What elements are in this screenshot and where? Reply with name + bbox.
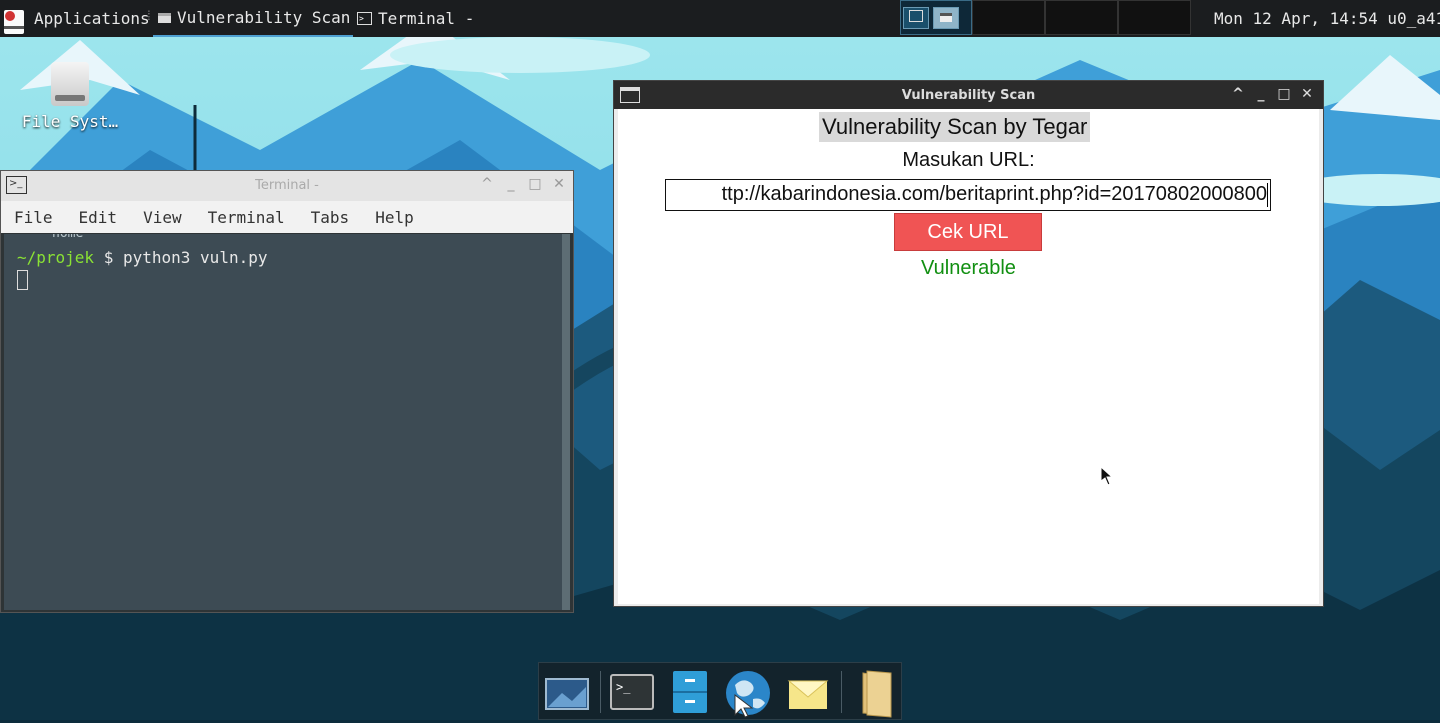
menu-terminal[interactable]: Terminal bbox=[195, 208, 298, 227]
menu-file[interactable]: File bbox=[1, 208, 66, 227]
url-input[interactable]: ttp://kabarindonesia.com/beritaprint.php… bbox=[665, 179, 1271, 211]
applications-menu-icon bbox=[2, 6, 28, 34]
close-button[interactable]: ✕ bbox=[551, 176, 567, 192]
vulnerability-scan-window-title: Vulnerability Scan bbox=[901, 88, 1036, 103]
workspace-terminal-preview bbox=[903, 7, 929, 29]
workspace-3[interactable] bbox=[1045, 0, 1118, 35]
workspace-1[interactable] bbox=[900, 0, 972, 35]
close-button[interactable]: ✕ bbox=[1299, 86, 1315, 102]
terminal-icon: > bbox=[357, 12, 372, 25]
taskbar-item-label: Terminal - bbox=[378, 9, 475, 28]
minimize-button[interactable]: _ bbox=[503, 176, 519, 192]
dock-separator bbox=[841, 671, 842, 713]
mail-icon[interactable] bbox=[785, 669, 831, 715]
terminal-menubar: File Edit View Terminal Tabs Help bbox=[1, 201, 573, 233]
menu-edit[interactable]: Edit bbox=[66, 208, 131, 227]
applications-menu[interactable]: Applications bbox=[2, 0, 150, 37]
terminal-command-line: ~/projek $ python3 vuln.py bbox=[17, 248, 267, 267]
menu-view[interactable]: View bbox=[130, 208, 195, 227]
drive-icon bbox=[51, 62, 89, 106]
maximize-button[interactable]: □ bbox=[1276, 86, 1292, 102]
text-caret bbox=[1266, 183, 1268, 207]
desktop-icon-file-system[interactable]: File Syst… bbox=[20, 62, 120, 131]
command-text: python3 vuln.py bbox=[122, 248, 268, 267]
vulnerability-scan-titlebar[interactable]: Vulnerability Scan ^ _ □ ✕ bbox=[614, 81, 1323, 109]
terminal-scrollbar[interactable] bbox=[562, 234, 570, 610]
panel-clock[interactable]: Mon 12 Apr, 14:54 u0_a412 bbox=[1214, 0, 1440, 37]
svg-text:>_: >_ bbox=[616, 680, 631, 694]
menu-help[interactable]: Help bbox=[362, 208, 427, 227]
app-heading: Vulnerability Scan by Tegar bbox=[819, 112, 1091, 142]
vulnerability-scan-window: Vulnerability Scan ^ _ □ ✕ Vulnerability… bbox=[613, 80, 1324, 607]
workspace-window-preview bbox=[933, 7, 959, 29]
scan-result: Vulnerable bbox=[921, 257, 1016, 279]
terminal-ghost-text: home bbox=[52, 234, 83, 241]
terminal-titlebar[interactable]: >_ Terminal - ^ _ □ ✕ bbox=[1, 171, 573, 201]
url-input-value: ttp://kabarindonesia.com/beritaprint.php… bbox=[721, 183, 1267, 205]
applications-label: Applications bbox=[34, 9, 150, 28]
terminal-window: >_ Terminal - ^ _ □ ✕ File Edit View Ter… bbox=[0, 170, 574, 613]
folder-icon[interactable] bbox=[853, 669, 899, 718]
dock-separator bbox=[600, 671, 601, 713]
window-icon bbox=[158, 12, 171, 23]
prompt-path: ~/projek bbox=[17, 248, 95, 267]
panel-separator: ⁞ bbox=[145, 9, 153, 24]
minimize-button[interactable]: _ bbox=[1253, 86, 1269, 102]
show-desktop-icon[interactable] bbox=[544, 669, 590, 715]
workspace-switcher bbox=[900, 0, 1191, 37]
maximize-button[interactable]: □ bbox=[527, 176, 543, 192]
terminal-cursor bbox=[17, 270, 28, 290]
taskbar-item-label: Vulnerability Scan bbox=[177, 8, 351, 27]
workspace-2[interactable] bbox=[972, 0, 1045, 35]
rollup-button[interactable]: ^ bbox=[479, 176, 495, 192]
prompt-symbol: $ bbox=[103, 248, 114, 267]
workspace-4[interactable] bbox=[1118, 0, 1191, 35]
vulnerability-scan-content: Vulnerability Scan by Tegar Masukan URL:… bbox=[618, 109, 1319, 604]
check-url-button[interactable]: Cek URL bbox=[894, 213, 1042, 251]
terminal-icon[interactable]: >_ bbox=[609, 669, 655, 715]
mouse-pointer-icon bbox=[1100, 466, 1114, 486]
taskbar-item-vulnerability-scan[interactable]: Vulnerability Scan bbox=[153, 0, 353, 37]
terminal-output[interactable]: home ~/projek $ python3 vuln.py bbox=[4, 234, 570, 610]
menu-tabs[interactable]: Tabs bbox=[298, 208, 363, 227]
taskbar-item-terminal[interactable]: > Terminal - bbox=[357, 0, 477, 37]
url-label: Masukan URL: bbox=[902, 149, 1035, 171]
rollup-button[interactable]: ^ bbox=[1230, 86, 1246, 102]
dock: >_ bbox=[538, 662, 902, 720]
top-panel: Applications ⁞ Vulnerability Scan > Term… bbox=[0, 0, 1440, 37]
web-browser-icon[interactable] bbox=[723, 669, 770, 718]
file-manager-icon[interactable] bbox=[667, 669, 713, 715]
desktop-icon-label: File Syst… bbox=[21, 112, 119, 131]
